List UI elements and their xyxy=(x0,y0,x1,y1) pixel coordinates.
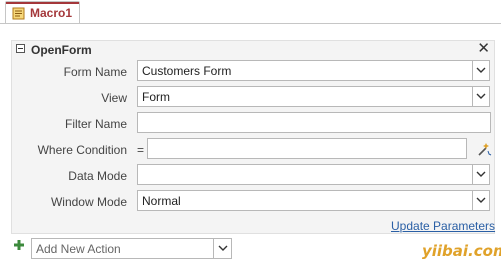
add-action-plus-icon xyxy=(14,240,24,250)
tab-bar-divider xyxy=(0,23,501,24)
form-name-dropdown-button[interactable] xyxy=(472,60,490,81)
form-name-label: Form Name xyxy=(63,65,127,79)
chevron-down-icon xyxy=(476,171,486,177)
view-label: View xyxy=(101,91,127,105)
add-new-action-dropdown-button[interactable] xyxy=(213,238,232,259)
tab-active-indicator xyxy=(6,2,79,4)
form-name-input[interactable]: Customers Form xyxy=(137,60,473,81)
watermark: yiibai.com xyxy=(422,242,501,260)
data-mode-dropdown-button[interactable] xyxy=(472,164,490,185)
window-mode-dropdown-button[interactable] xyxy=(472,190,490,211)
collapse-toggle-icon[interactable] xyxy=(16,44,25,53)
chevron-down-icon xyxy=(476,197,486,203)
chevron-down-icon xyxy=(218,245,228,251)
where-condition-input[interactable] xyxy=(147,138,467,159)
chevron-down-icon xyxy=(476,93,486,99)
view-dropdown-button[interactable] xyxy=(472,86,490,107)
expression-builder-icon[interactable] xyxy=(477,142,492,157)
update-parameters-link[interactable]: Update Parameters xyxy=(391,219,495,233)
tab-label: Macro1 xyxy=(30,6,73,20)
view-input[interactable]: Form xyxy=(137,86,473,107)
action-name: OpenForm xyxy=(31,43,92,57)
window-mode-input[interactable]: Normal xyxy=(137,190,473,211)
filter-name-input[interactable] xyxy=(137,112,491,133)
document-tab-bar: Macro1 xyxy=(0,0,501,24)
filter-name-label: Filter Name xyxy=(64,117,127,131)
chevron-down-icon xyxy=(476,67,486,73)
data-mode-label: Data Mode xyxy=(68,169,127,183)
macro-icon xyxy=(12,7,25,20)
data-mode-input[interactable] xyxy=(137,164,473,185)
where-condition-equals: = xyxy=(137,143,145,157)
close-icon[interactable]: ✕ xyxy=(477,41,490,57)
add-new-action-combobox[interactable]: Add New Action xyxy=(31,238,214,259)
tab-macro1[interactable]: Macro1 xyxy=(5,1,80,24)
window-mode-label: Window Mode xyxy=(50,195,127,209)
where-condition-label: Where Condition xyxy=(37,143,127,157)
